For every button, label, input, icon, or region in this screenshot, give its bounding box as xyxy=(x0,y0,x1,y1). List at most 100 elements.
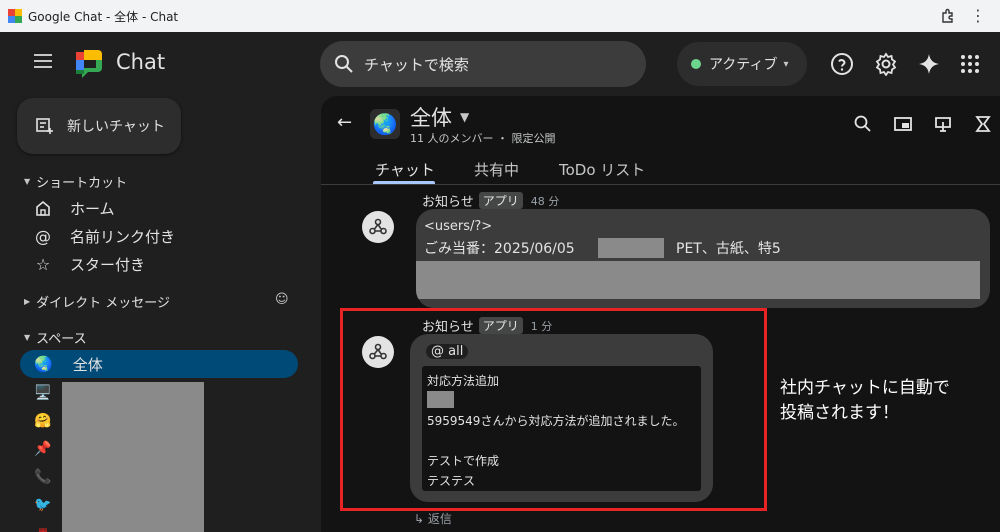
mention-all-chip[interactable]: @ all xyxy=(426,344,469,359)
sidebar-item-label: 名前リンク付き xyxy=(70,227,176,246)
space-bird-icon[interactable]: 🐦 xyxy=(34,496,52,514)
gemini-sparkle-icon[interactable] xyxy=(917,52,941,76)
space-meta: 11 人のメンバー ・ 限定公開 xyxy=(410,132,556,145)
tab-todo[interactable]: ToDo リスト xyxy=(559,159,645,180)
chevron-down-icon: ▾ xyxy=(783,58,789,70)
shortcuts-section-header[interactable]: ▼ ショートカット xyxy=(24,172,127,191)
spaces-header-label: スペース xyxy=(36,332,87,347)
annotation-line: 社内チャットに自動で xyxy=(780,378,950,398)
settings-gear-icon[interactable] xyxy=(874,52,898,76)
message-line: <users/?> xyxy=(424,219,493,234)
sidebar-item-label: スター付き xyxy=(70,255,146,274)
message-timestamp: 1 分 xyxy=(530,319,553,333)
sidebar-item-home[interactable]: ホーム xyxy=(34,196,115,220)
sender-name[interactable]: お知らせ xyxy=(422,191,474,210)
status-dropdown[interactable]: アクティブ ▾ xyxy=(677,42,807,86)
status-label: アクティブ xyxy=(709,57,778,73)
card-title: 対応方法追加 xyxy=(427,374,500,388)
annotation-line: 投稿されます！ xyxy=(780,403,899,423)
picture-in-picture-icon[interactable] xyxy=(893,114,913,134)
expand-triangle-icon: ▶ xyxy=(24,297,31,306)
webhook-icon xyxy=(369,218,387,235)
tab-shared[interactable]: 共有中 xyxy=(474,159,519,180)
apps-grid-icon[interactable] xyxy=(958,52,982,76)
at-icon: @ xyxy=(35,226,51,246)
chevron-down-icon: ▼ xyxy=(460,110,470,124)
star-icon: ☆ xyxy=(35,254,51,274)
status-smiley-icon[interactable]: ☺ xyxy=(275,292,289,307)
space-pushpin-icon[interactable]: 📌 xyxy=(34,440,52,458)
search-placeholder: チャットで検索 xyxy=(364,55,469,74)
app-badge: アプリ xyxy=(478,317,523,334)
app-topbar: Chat チャットで検索 アクティブ ▾ xyxy=(0,32,1000,96)
main-menu-icon[interactable] xyxy=(34,54,52,68)
message-line: ごみ当番：2025/06/05 xyxy=(424,241,575,257)
sidebar-space-zentai[interactable]: 🌏 全体 xyxy=(20,350,298,378)
browser-title: Google Chat - 全体 - Chat xyxy=(28,9,179,24)
sender-name[interactable]: お知らせ xyxy=(422,316,474,335)
shortcuts-header-label: ショートカット xyxy=(36,176,128,191)
new-chat-button[interactable]: 新しいチャット xyxy=(17,98,181,154)
card-line: テステス xyxy=(427,474,476,488)
reply-label: 返信 xyxy=(427,512,452,526)
app-name: Chat xyxy=(116,50,166,74)
tab-chat[interactable]: チャット xyxy=(375,159,435,180)
app-webhook-avatar[interactable] xyxy=(362,211,394,243)
redacted-space-names xyxy=(62,382,204,532)
space-hugging-face-icon[interactable]: 🤗 xyxy=(34,412,52,430)
browser-titlebar: Google Chat - 全体 - Chat ⋮ xyxy=(0,0,1000,32)
redacted-name xyxy=(427,391,454,408)
webhook-icon xyxy=(369,343,387,360)
search-bar[interactable]: チャットで検索 xyxy=(320,41,646,87)
spaces-section-header[interactable]: ▼ スペース xyxy=(24,328,87,347)
redacted-name xyxy=(598,238,664,258)
message-line: PET、古紙、特5 xyxy=(676,241,781,257)
dm-section-header[interactable]: ▶ ダイレクト メッセージ xyxy=(24,292,170,311)
redacted-content xyxy=(416,261,980,299)
search-icon xyxy=(335,55,353,73)
space-title-text: 全体 xyxy=(410,106,452,130)
open-in-window-icon[interactable] xyxy=(933,114,953,134)
sidebar-item-mentions[interactable]: @ 名前リンク付き xyxy=(34,224,175,248)
collapse-triangle-icon: ▼ xyxy=(24,333,31,342)
sidebar-item-starred[interactable]: ☆ スター付き xyxy=(34,252,145,276)
dm-header-label: ダイレクト メッセージ xyxy=(36,296,171,311)
message-header: お知らせ アプリ 48 分 xyxy=(422,191,559,210)
reply-button[interactable]: ↳ 返信 xyxy=(414,510,452,527)
reply-arrow-icon: ↳ xyxy=(414,512,428,526)
space-title[interactable]: 全体 ▼ xyxy=(410,102,469,132)
new-chat-label: 新しいチャット xyxy=(67,119,165,135)
space-phone-icon[interactable]: 📞 xyxy=(34,468,52,486)
help-icon[interactable] xyxy=(830,52,854,76)
active-tab-indicator xyxy=(373,181,435,184)
home-icon xyxy=(36,200,50,216)
collapse-triangle-icon: ▼ xyxy=(24,177,31,186)
sidebar-item-label: ホーム xyxy=(70,199,115,218)
message-card: 対応方法追加 5959549さんから対応方法が追加されました。 テストで作成 テ… xyxy=(422,366,701,491)
space-details-icon[interactable] xyxy=(973,114,993,134)
back-arrow-icon[interactable]: ← xyxy=(337,112,352,133)
card-line: 5959549さんから対応方法が追加されました。 xyxy=(427,414,685,428)
space-header: ← 🌏 全体 ▼ 11 人のメンバー ・ 限定公開 チャット 共有中 ToDo … xyxy=(321,96,1000,185)
message-bubble: @ all 対応方法追加 5959549さんから対応方法が追加されました。 テス… xyxy=(410,334,713,502)
status-dot-icon xyxy=(691,59,701,69)
google-chat-logo-icon xyxy=(76,50,102,78)
app-badge: アプリ xyxy=(478,192,523,209)
message-timestamp: 48 分 xyxy=(530,194,560,208)
space-label: 全体 xyxy=(72,355,103,374)
annotation-text: 社内チャットに自動で 投稿されます！ xyxy=(780,376,950,426)
card-line: テストで作成 xyxy=(427,454,500,468)
globe-emoji-icon: 🌏 xyxy=(372,112,398,136)
search-in-space-icon[interactable] xyxy=(853,114,873,134)
app-webhook-avatar[interactable] xyxy=(362,336,394,368)
extension-puzzle-icon[interactable] xyxy=(940,8,956,24)
space-avatar: 🌏 xyxy=(370,109,400,139)
google-chat-favicon-icon xyxy=(8,9,22,23)
message-bubble: <users/?> ごみ当番：2025/06/05 PET、古紙、特5 xyxy=(416,209,990,308)
more-vert-icon[interactable]: ⋮ xyxy=(970,6,986,25)
main-panel: ← 🌏 全体 ▼ 11 人のメンバー ・ 限定公開 チャット 共有中 ToDo … xyxy=(321,96,1000,532)
message-header: お知らせ アプリ 1 分 xyxy=(422,316,552,335)
globe-emoji-icon: 🌏 xyxy=(34,355,53,373)
space-grid-icon[interactable]: ▦ xyxy=(34,524,52,532)
space-computer-icon[interactable]: 🖥️ xyxy=(34,384,52,402)
